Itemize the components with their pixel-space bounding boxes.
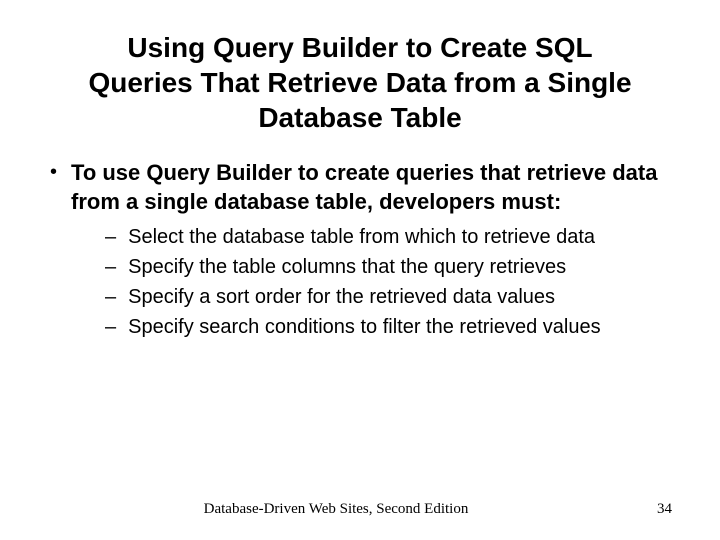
sub-item-text: Specify search conditions to filter the … — [128, 314, 600, 340]
dash-icon: – — [105, 224, 116, 250]
slide-title: Using Query Builder to Create SQL Querie… — [40, 30, 680, 135]
slide-footer: Database-Driven Web Sites, Second Editio… — [0, 501, 720, 518]
page-number: 34 — [657, 501, 672, 518]
dash-icon: – — [105, 314, 116, 340]
dash-icon: – — [105, 284, 116, 310]
list-item: – Specify search conditions to filter th… — [105, 314, 680, 340]
sub-item-text: Specify the table columns that the query… — [128, 254, 566, 280]
sub-item-text: Select the database table from which to … — [128, 224, 595, 250]
slide: Using Query Builder to Create SQL Querie… — [0, 0, 720, 540]
footer-text: Database-Driven Web Sites, Second Editio… — [0, 501, 672, 518]
dash-icon: – — [105, 254, 116, 280]
bullet-text: To use Query Builder to create queries t… — [71, 159, 680, 216]
bullet-icon: • — [50, 159, 57, 185]
list-item: – Specify a sort order for the retrieved… — [105, 284, 680, 310]
sub-list: – Select the database table from which t… — [50, 224, 680, 340]
sub-item-text: Specify a sort order for the retrieved d… — [128, 284, 555, 310]
list-item: – Select the database table from which t… — [105, 224, 680, 250]
slide-content: • To use Query Builder to create queries… — [40, 159, 680, 340]
bullet-item: • To use Query Builder to create queries… — [50, 159, 680, 216]
list-item: – Specify the table columns that the que… — [105, 254, 680, 280]
